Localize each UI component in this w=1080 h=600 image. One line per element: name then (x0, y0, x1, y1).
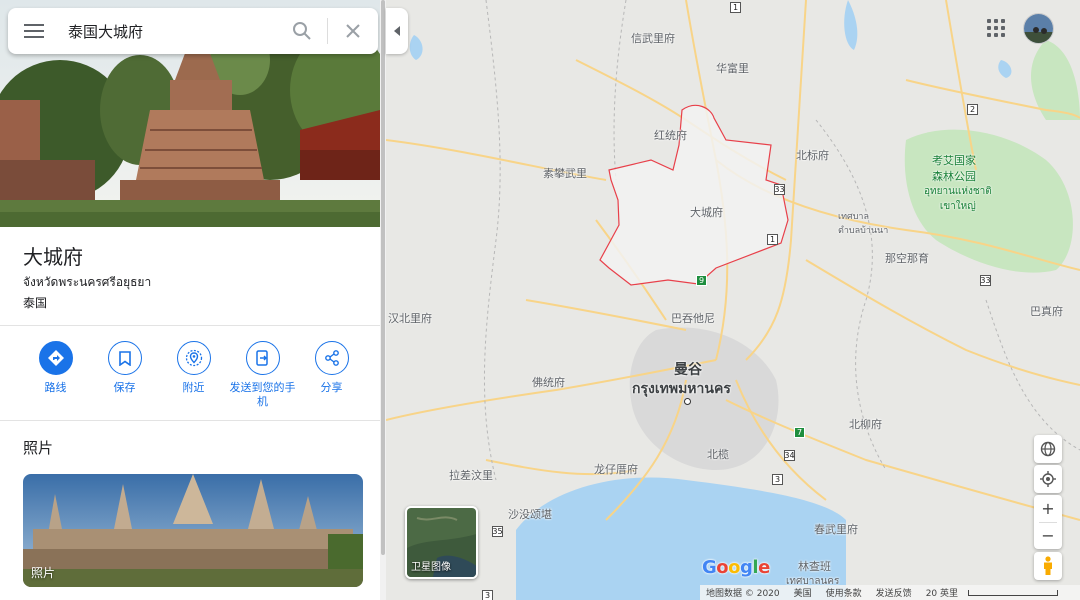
map-label: 北柳府 (849, 418, 882, 431)
map-label: 信武里府 (631, 32, 675, 45)
satellite-layer-toggle[interactable]: 卫星图像 (405, 506, 478, 579)
map-label: 红统府 (654, 129, 687, 142)
scale-bar (968, 589, 1059, 596)
place-title: 大城府 (23, 245, 83, 269)
action-buttons: 路线 保存 附近 发送到您的手机 分享 (21, 341, 366, 409)
highway-shield: 1 (767, 234, 778, 245)
map-label: 巴吞他尼 (671, 312, 715, 325)
map-label: 考艾国家 森林公园 (932, 154, 976, 183)
map-label: 龙仔厝府 (594, 463, 638, 476)
map-label: 拉差汶里 (449, 469, 493, 482)
map-data-attribution: 地图数据 © 2020 (706, 589, 780, 599)
divider (0, 420, 380, 421)
send-to-phone-button[interactable]: 发送到您的手机 (228, 341, 297, 409)
my-location-button[interactable] (1034, 465, 1062, 493)
panel-scrollbar-thumb[interactable] (381, 0, 385, 555)
search-input[interactable] (60, 8, 277, 54)
map-label: 佛统府 (532, 376, 565, 389)
map-label: 春武里府 (814, 523, 858, 536)
highway-shield: 2 (967, 104, 978, 115)
highway-shield: 35 (492, 526, 503, 537)
collapse-panel-button[interactable] (386, 8, 408, 54)
map-label: อุทยานแห่งชาติ เขาใหญ่ (924, 186, 992, 212)
highway-shield: 33 (774, 184, 785, 195)
save-button[interactable]: 保存 (90, 341, 159, 409)
search-icon (293, 22, 311, 40)
pegman-icon (1044, 556, 1052, 575)
highway-shield: 33 (980, 275, 991, 286)
highway-shield: 3 (482, 590, 493, 600)
directions-button[interactable]: 路线 (21, 341, 90, 409)
highway-shield: 3 (772, 474, 783, 485)
nearby-label: 附近 (182, 381, 205, 394)
photos-section-title: 照片 (23, 439, 54, 457)
map-label: เทศบาล ตำบลบ้านนา (838, 212, 889, 236)
terms-link[interactable]: 使用条款 (826, 586, 862, 599)
google-logo: Google (702, 557, 770, 578)
google-apps-button[interactable] (986, 18, 1006, 38)
map-footer: 地图数据 © 2020 美国 使用条款 发送反馈 20 英里 (700, 585, 1080, 600)
save-label: 保存 (113, 381, 136, 394)
map-label: 巴真府 (1030, 305, 1063, 318)
map-label: 汉北里府 (388, 312, 432, 325)
place-subtitle: จังหวัดพระนครศรีอยุธยา (23, 275, 152, 289)
map-label: 沙没颂堪 (508, 508, 552, 521)
highway-shield: 9 (696, 275, 707, 286)
menu-button[interactable] (8, 8, 60, 54)
photos-card-label: 照片 (31, 566, 56, 580)
satellite-label: 卫星图像 (411, 562, 451, 573)
highway-shield: 1 (730, 2, 741, 13)
place-panel: 大城府 จังหวัดพระนครศรีอยุธยา 泰国 路线 保存 (0, 0, 380, 600)
capital-marker-icon (684, 398, 691, 405)
send-to-phone-label: 发送到您的手机 (229, 381, 296, 408)
divider (0, 325, 380, 326)
search-box (8, 8, 378, 54)
zoom-in-button[interactable]: + (1034, 495, 1062, 522)
scale-label[interactable]: 20 英里 (926, 586, 958, 599)
share-button[interactable]: 分享 (297, 341, 366, 409)
country-link[interactable]: 美国 (794, 586, 812, 599)
layers-globe-button[interactable] (1034, 435, 1062, 463)
map-label: 华富里 (716, 62, 749, 75)
chevron-left-icon (394, 26, 400, 36)
map-label: 那空那育 (885, 252, 929, 265)
map-label-bangkok: 曼谷 (674, 362, 702, 378)
map-label: 北榄 (707, 448, 729, 461)
nearby-button[interactable]: 附近 (159, 341, 228, 409)
hamburger-icon (24, 24, 44, 38)
share-label: 分享 (320, 381, 343, 394)
my-location-icon (1040, 471, 1056, 487)
map-label: 北标府 (796, 149, 829, 162)
bookmark-icon (118, 350, 131, 366)
highway-shield: 7 (794, 427, 805, 438)
highway-shield: 34 (784, 450, 795, 461)
map-label: 林查班 (798, 560, 831, 573)
map-canvas[interactable]: 信武里府 华富里 红统府 素攀武里 北标府 考艾国家 森林公园 อุทยานแห… (386, 0, 1080, 600)
zoom-control: + − (1034, 495, 1062, 549)
share-icon (324, 350, 339, 366)
place-country: 泰国 (23, 296, 48, 310)
map-label: 大城府 (690, 206, 723, 219)
avatar[interactable] (1023, 13, 1054, 44)
send-to-phone-icon (255, 350, 268, 366)
map-label-bangkok-thai: กรุงเทพมหานคร (632, 381, 731, 397)
map-label: 素攀武里 (543, 167, 587, 180)
zoom-out-button[interactable]: − (1034, 522, 1062, 549)
directions-icon (47, 350, 64, 366)
clear-search-button[interactable] (328, 8, 378, 54)
globe-icon (1040, 441, 1056, 457)
street-view-pegman[interactable] (1034, 552, 1062, 580)
feedback-link[interactable]: 发送反馈 (876, 586, 912, 599)
search-button[interactable] (277, 8, 327, 54)
directions-label: 路线 (44, 381, 67, 394)
close-icon (346, 24, 360, 38)
photos-card[interactable]: 照片 (23, 474, 363, 587)
nearby-icon (185, 349, 202, 367)
